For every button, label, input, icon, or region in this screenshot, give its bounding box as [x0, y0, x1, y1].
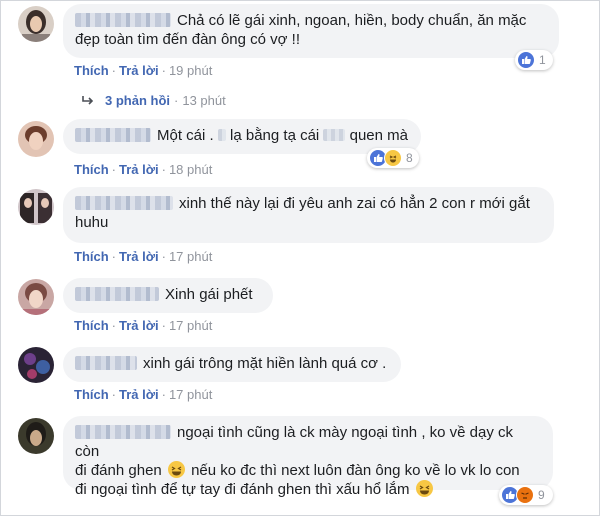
like-link[interactable]: Thích: [74, 249, 109, 264]
reaction-summary[interactable]: 1: [515, 50, 553, 70]
comment-text: xinh thế này lại đi yêu anh zai có hẳn 2…: [179, 195, 530, 212]
like-link[interactable]: Thích: [74, 387, 109, 402]
reaction-count: 8: [406, 151, 413, 165]
comment-actions: Thích · Trả lời · 18 phút: [74, 162, 213, 177]
author-name-blurred[interactable]: [75, 425, 171, 439]
comment-actions: Thích · Trả lời · 17 phút: [74, 318, 213, 333]
laughing-emoji-icon: [167, 461, 185, 478]
comment-text: Xinh gái phết: [165, 286, 253, 303]
avatar[interactable]: [18, 279, 54, 315]
author-name-blurred[interactable]: [75, 287, 159, 301]
author-name-blurred[interactable]: [75, 356, 137, 370]
replies-time: 13 phút: [182, 93, 226, 108]
comment-bubble: xinh gái trông mặt hiền lành quá cơ .: [63, 347, 401, 382]
avatar-photo: [18, 189, 54, 225]
comment-text: xinh gái trông mặt hiền lành quá cơ .: [143, 355, 387, 372]
comment-text: quen mà: [349, 127, 408, 144]
avatar-photo: [18, 121, 54, 157]
timestamp[interactable]: 17 phút: [169, 249, 212, 264]
reply-link[interactable]: Trả lời: [119, 249, 159, 264]
comment-text-continued: huhu: [75, 214, 109, 231]
comment-bubble: Xinh gái phết: [63, 278, 273, 313]
avatar-photo: [18, 347, 54, 383]
like-link[interactable]: Thích: [74, 162, 109, 177]
comment-text-continued: đi ngoại tình để tự tay đi đánh ghen thì…: [75, 481, 410, 498]
comment-bubble: Một cái . lạ bằng tạ cái quen mà: [63, 119, 421, 154]
haha-reaction-icon: [384, 149, 402, 167]
avatar-photo: [18, 6, 54, 42]
avatar[interactable]: [18, 347, 54, 383]
reply-link[interactable]: Trả lời: [119, 162, 159, 177]
reply-link[interactable]: Trả lời: [119, 387, 159, 402]
timestamp[interactable]: 17 phút: [169, 318, 212, 333]
author-name-blurred[interactable]: [75, 128, 151, 142]
comment-bubble: Chả có lẽ gái xinh, ngoan, hiền, body ch…: [63, 4, 559, 58]
author-name-blurred[interactable]: [75, 196, 173, 210]
comment-actions: Thích · Trả lời · 17 phút: [74, 249, 213, 264]
reply-link[interactable]: Trả lời: [119, 318, 159, 333]
timestamp[interactable]: 17 phút: [169, 387, 212, 402]
timestamp[interactable]: 19 phút: [169, 63, 212, 78]
avatar[interactable]: [18, 189, 54, 225]
author-name-blurred[interactable]: [75, 13, 171, 27]
reply-link[interactable]: Trả lời: [119, 63, 159, 78]
reaction-count: 1: [539, 53, 546, 67]
avatar[interactable]: [18, 418, 54, 454]
like-reaction-icon: [517, 51, 535, 69]
comment-bubble: ngoại tình cũng là ck mày ngoại tình , k…: [63, 416, 553, 498]
timestamp[interactable]: 18 phút: [169, 162, 212, 177]
comment-text-continued: nếu ko đc thì next luôn đàn ông ko về lo…: [191, 462, 520, 479]
like-link[interactable]: Thích: [74, 318, 109, 333]
reply-arrow-icon: [82, 96, 94, 105]
comment-actions: Thích · Trả lời · 17 phút: [74, 387, 213, 402]
comment-text-continued: đi đánh ghen: [75, 462, 162, 479]
reaction-summary[interactable]: 8: [367, 148, 419, 168]
laughing-emoji-icon: [415, 480, 433, 497]
like-link[interactable]: Thích: [74, 63, 109, 78]
replies-count[interactable]: 3 phản hồi: [105, 93, 170, 108]
avatar[interactable]: [18, 121, 54, 157]
comment-text: Chả có lẽ gái xinh, ngoan, hiền, body ch…: [177, 12, 527, 29]
reaction-count: 9: [538, 488, 545, 502]
comment-text: lạ bằng tạ cái: [230, 127, 320, 144]
comment-bubble: xinh thế này lại đi yêu anh zai có hẳn 2…: [63, 187, 554, 243]
avatar-photo: [18, 279, 54, 315]
view-replies[interactable]: 3 phản hồi · 13 phút: [81, 93, 226, 108]
avatar[interactable]: [18, 6, 54, 42]
comment-actions: Thích · Trả lời · 19 phút: [74, 63, 213, 78]
comment-text: Một cái .: [157, 127, 214, 144]
reaction-summary[interactable]: 9: [499, 485, 553, 505]
angry-reaction-icon: [516, 486, 534, 504]
avatar-photo: [18, 418, 54, 454]
comment-section: Chả có lẽ gái xinh, ngoan, hiền, body ch…: [0, 0, 600, 516]
comment-text-continued: đẹp toàn tìm đến đàn ông có vợ !!: [75, 31, 300, 48]
